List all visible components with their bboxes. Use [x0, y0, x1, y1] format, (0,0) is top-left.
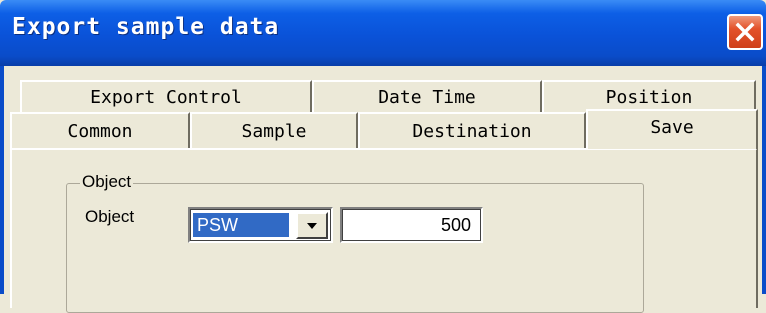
window-frame-left [0, 66, 4, 294]
tab-position[interactable]: Position [542, 80, 756, 112]
tab-label: Export Control [90, 86, 242, 108]
close-button[interactable] [727, 14, 763, 50]
tab-label: Common [67, 120, 133, 142]
object-label: Object [85, 207, 135, 226]
chevron-down-icon [307, 222, 317, 229]
tab-label: Date Time [378, 86, 476, 108]
tab-label: Save [650, 117, 694, 138]
groupbox-legend: Object [80, 172, 134, 192]
tab-label: Destination [412, 120, 532, 142]
tab-destination[interactable]: Destination [358, 112, 586, 148]
tab-label: Position [605, 86, 693, 108]
title-bar[interactable]: Export sample data [0, 0, 766, 66]
tab-date-time[interactable]: Date Time [312, 80, 542, 112]
window-frame-right [762, 66, 766, 294]
tab-save[interactable]: Save [586, 109, 758, 149]
tab-export-control[interactable]: Export Control [20, 80, 312, 112]
tab-label: Sample [241, 120, 307, 142]
tab-common[interactable]: Common [10, 112, 190, 148]
object-select-value: PSW [192, 212, 290, 238]
close-icon [735, 22, 755, 42]
object-select[interactable]: PSW [188, 207, 333, 243]
object-value-field[interactable]: 500 [340, 207, 483, 243]
window-title: Export sample data [12, 14, 280, 40]
tab-sample[interactable]: Sample [190, 112, 358, 148]
dropdown-button[interactable] [296, 212, 328, 239]
